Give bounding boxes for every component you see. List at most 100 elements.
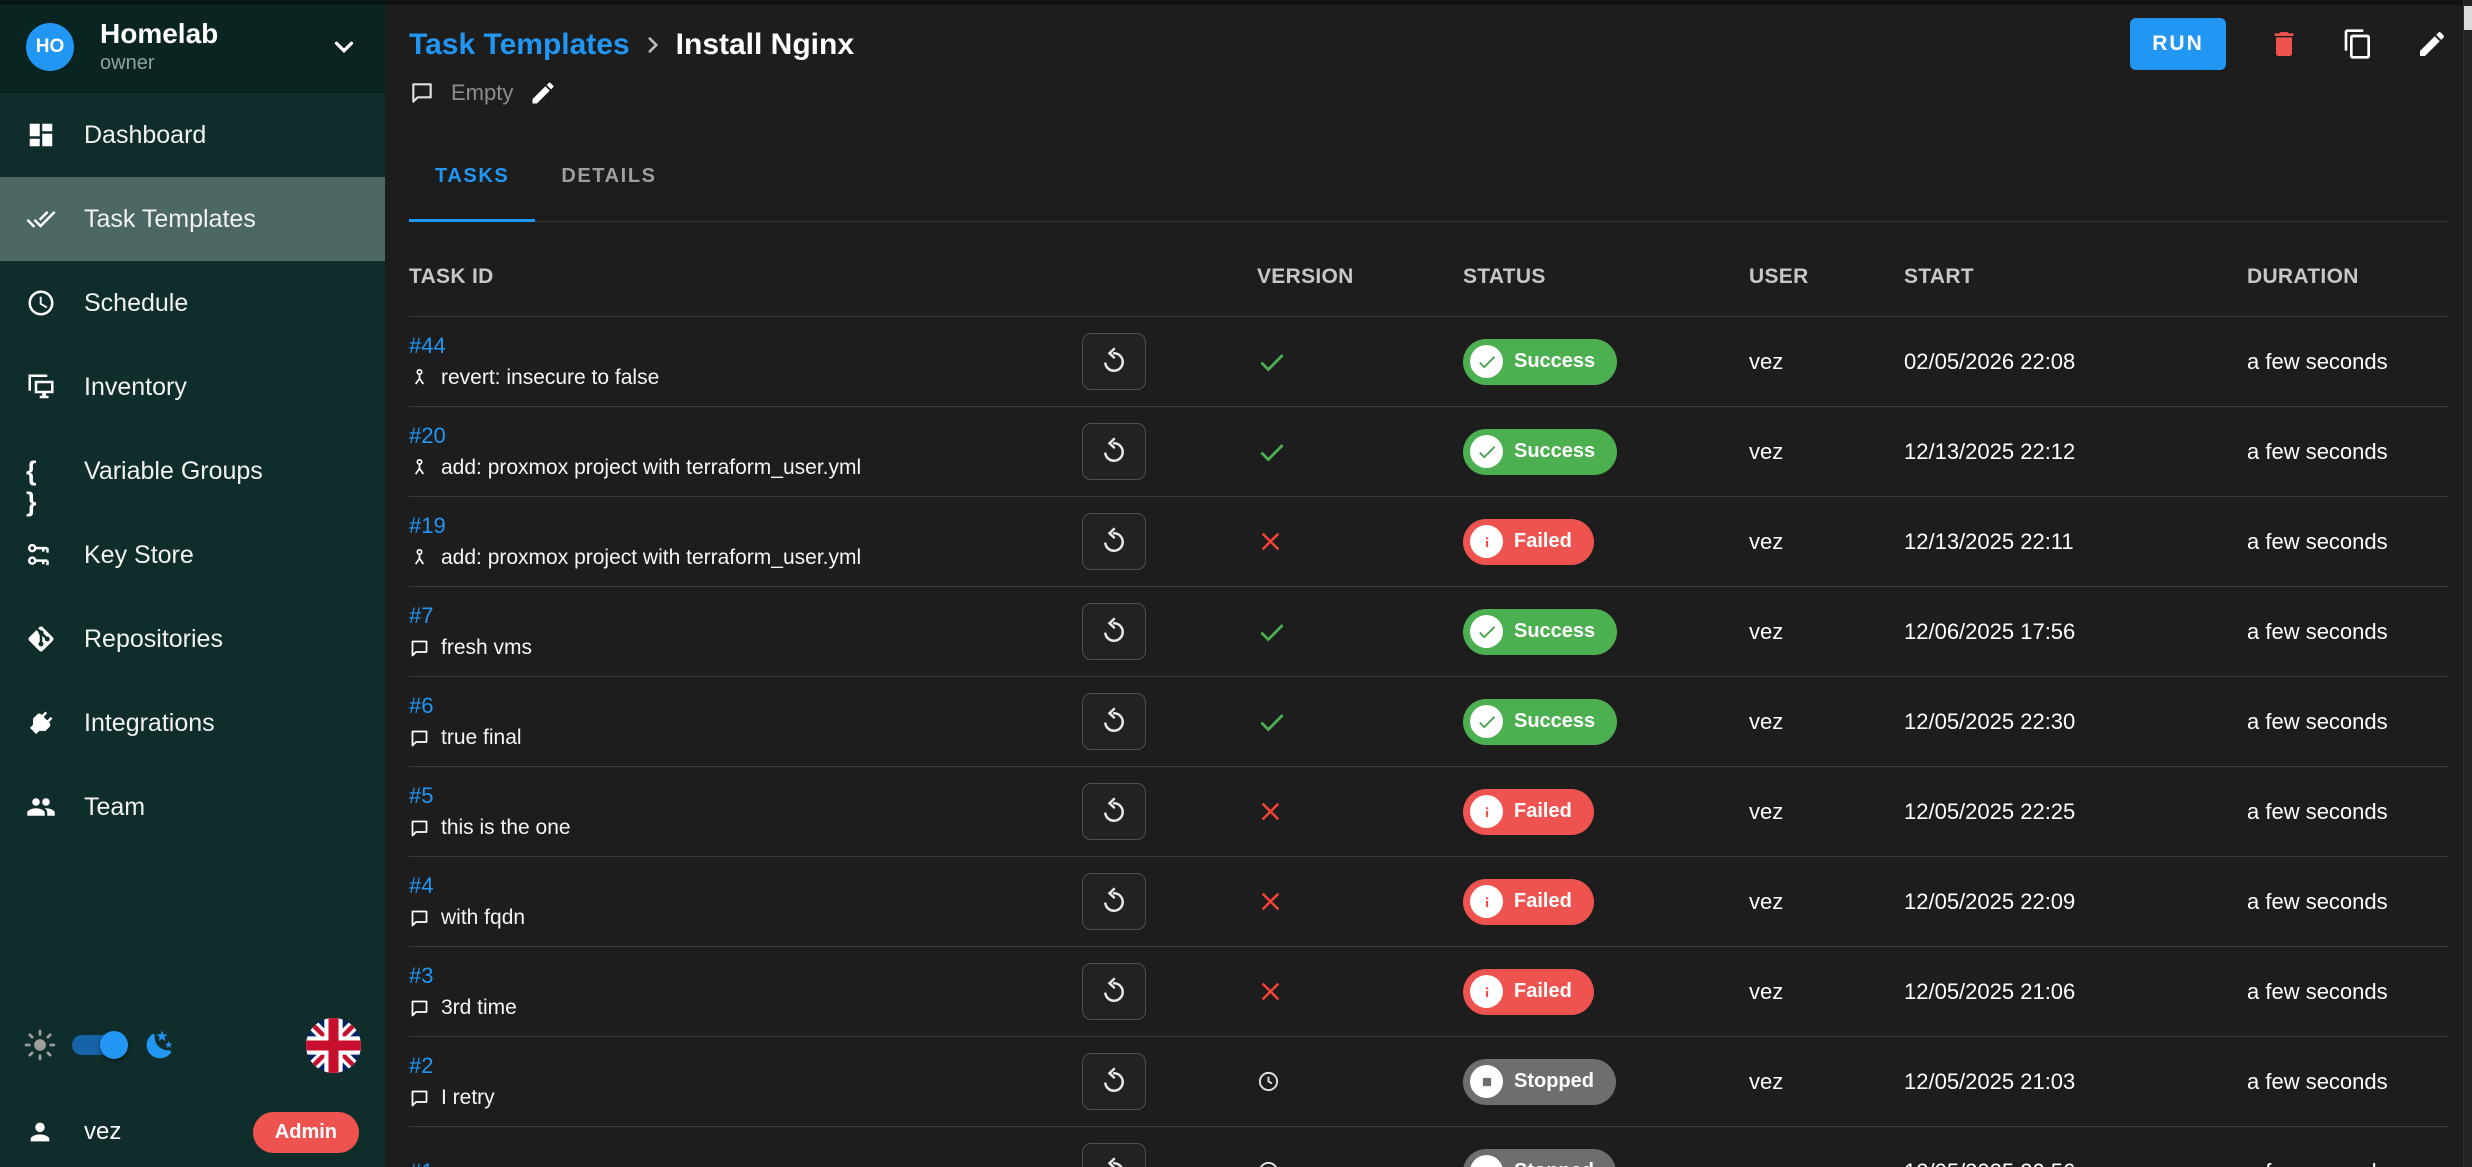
task-duration: a few seconds <box>2247 709 2448 735</box>
cross-icon <box>1257 798 1284 825</box>
rerun-task-button[interactable] <box>1082 963 1146 1020</box>
tab-tasks[interactable]: TASKS <box>409 146 535 221</box>
run-button[interactable]: RUN <box>2130 18 2226 70</box>
task-id-link[interactable]: #4 <box>409 873 433 899</box>
dashboard-icon <box>26 120 56 150</box>
sidebar-footer: vez Admin <box>0 1013 385 1167</box>
sidebar-item-label: Dashboard <box>84 121 206 150</box>
rerun-task-button[interactable] <box>1082 1053 1146 1110</box>
status-badge: Success <box>1463 699 1617 745</box>
user-menu[interactable]: vez Admin <box>0 1103 385 1161</box>
dark-mode-toggle[interactable] <box>72 1035 120 1055</box>
status-badge: Failed <box>1463 519 1594 565</box>
sidebar-item-key-store[interactable]: Key Store <box>0 513 385 597</box>
sidebar-item-team[interactable]: Team <box>0 765 385 849</box>
edit-description-icon[interactable] <box>529 79 557 107</box>
task-row: #3 3rd time Failed vez 12/05/2025 21:06 … <box>409 947 2448 1037</box>
task-user: vez <box>1749 619 1904 645</box>
task-user: vez <box>1749 799 1904 825</box>
status-icon <box>1470 795 1503 828</box>
task-user: vez <box>1749 1069 1904 1095</box>
task-duration: a few seconds <box>2247 799 2448 825</box>
rerun-task-button[interactable] <box>1082 423 1146 480</box>
sidebar-item-inventory[interactable]: Inventory <box>0 345 385 429</box>
task-row: #6 true final Success vez 12/05/2025 22:… <box>409 677 2448 767</box>
task-id-link[interactable]: #20 <box>409 423 446 449</box>
template-description: Empty <box>409 76 2448 110</box>
task-id-link[interactable]: #1 <box>409 1159 433 1167</box>
sidebar-item-label: Variable Groups <box>84 457 263 486</box>
task-start: 12/13/2025 22:12 <box>1904 439 2247 465</box>
task-id-link[interactable]: #19 <box>409 513 446 539</box>
people-icon <box>26 792 56 822</box>
rerun-task-button[interactable] <box>1082 603 1146 660</box>
rerun-task-button[interactable] <box>1082 333 1146 390</box>
tab-bar: TASKS DETAILS <box>409 146 2448 222</box>
task-duration: a few seconds <box>2247 1159 2448 1167</box>
sidebar-item-dashboard[interactable]: Dashboard <box>0 93 385 177</box>
delete-button[interactable] <box>2268 28 2300 60</box>
replay-icon <box>1099 1067 1129 1097</box>
sidebar-item-variable-groups[interactable]: { } Variable Groups <box>0 429 385 513</box>
task-duration: a few seconds <box>2247 1069 2448 1095</box>
task-message: add: proxmox project with terraform_user… <box>409 546 1049 570</box>
rerun-task-button[interactable] <box>1082 513 1146 570</box>
task-start: 12/06/2025 17:56 <box>1904 619 2247 645</box>
task-id-link[interactable]: #44 <box>409 333 446 359</box>
status-badge: Success <box>1463 609 1617 655</box>
task-id-link[interactable]: #3 <box>409 963 433 989</box>
task-id-link[interactable]: #6 <box>409 693 433 719</box>
sidebar-item-label: Task Templates <box>84 205 256 234</box>
comment-icon <box>409 638 430 659</box>
task-id-link[interactable]: #5 <box>409 783 433 809</box>
task-message: this is the one <box>409 816 1049 840</box>
comment-icon <box>409 998 430 1019</box>
task-start: 12/13/2025 22:11 <box>1904 529 2247 555</box>
status-icon <box>1470 705 1503 738</box>
sidebar-item-integrations[interactable]: Integrations <box>0 681 385 765</box>
task-id-link[interactable]: #2 <box>409 1053 433 1079</box>
replay-icon <box>1099 527 1129 557</box>
replay-icon <box>1099 887 1129 917</box>
rerun-task-button[interactable] <box>1082 873 1146 930</box>
person-icon <box>26 1118 54 1146</box>
sidebar-item-label: Inventory <box>84 373 187 402</box>
sidebar-nav: Dashboard Task Templates Schedule Invent… <box>0 93 385 849</box>
sidebar-item-schedule[interactable]: Schedule <box>0 261 385 345</box>
sun-icon <box>24 1029 56 1061</box>
task-start: 12/05/2025 21:03 <box>1904 1069 2247 1095</box>
status-icon <box>1470 615 1503 648</box>
tab-details[interactable]: DETAILS <box>535 146 682 221</box>
task-history-table: #44 revert: insecure to false Success ve… <box>409 317 2448 1167</box>
col-duration: DURATION <box>2247 265 2448 289</box>
task-id-link[interactable]: #7 <box>409 603 433 629</box>
edit-button[interactable] <box>2416 28 2448 60</box>
rerun-task-button[interactable] <box>1082 1143 1146 1167</box>
status-badge: Failed <box>1463 789 1594 835</box>
task-start: 12/05/2025 21:06 <box>1904 979 2247 1005</box>
col-user: USER <box>1749 265 1904 289</box>
scrollbar-thumb[interactable] <box>2464 6 2472 30</box>
col-version: VERSION <box>1179 265 1463 289</box>
project-switcher[interactable]: HO Homelab owner <box>0 0 385 93</box>
copy-button[interactable] <box>2342 28 2374 60</box>
replay-icon <box>1099 437 1129 467</box>
task-message: fresh vms <box>409 636 1049 660</box>
replay-icon <box>1099 347 1129 377</box>
rerun-task-button[interactable] <box>1082 783 1146 840</box>
description-text: Empty <box>451 80 513 106</box>
task-start: 12/05/2025 22:25 <box>1904 799 2247 825</box>
chevron-right-icon <box>640 32 666 58</box>
rerun-task-button[interactable] <box>1082 693 1146 750</box>
language-flag-uk[interactable] <box>306 1018 361 1073</box>
task-message: I retry <box>409 1086 1049 1110</box>
sidebar-item-repositories[interactable]: Repositories <box>0 597 385 681</box>
breadcrumb-parent-link[interactable]: Task Templates <box>409 28 630 62</box>
replay-icon <box>1099 617 1129 647</box>
task-start: 12/05/2025 22:09 <box>1904 889 2247 915</box>
scrollbar <box>2463 0 2472 1167</box>
status-icon <box>1470 435 1503 468</box>
status-badge: Failed <box>1463 969 1594 1015</box>
project-avatar: HO <box>26 23 74 71</box>
sidebar-item-task-templates[interactable]: Task Templates <box>0 177 385 261</box>
